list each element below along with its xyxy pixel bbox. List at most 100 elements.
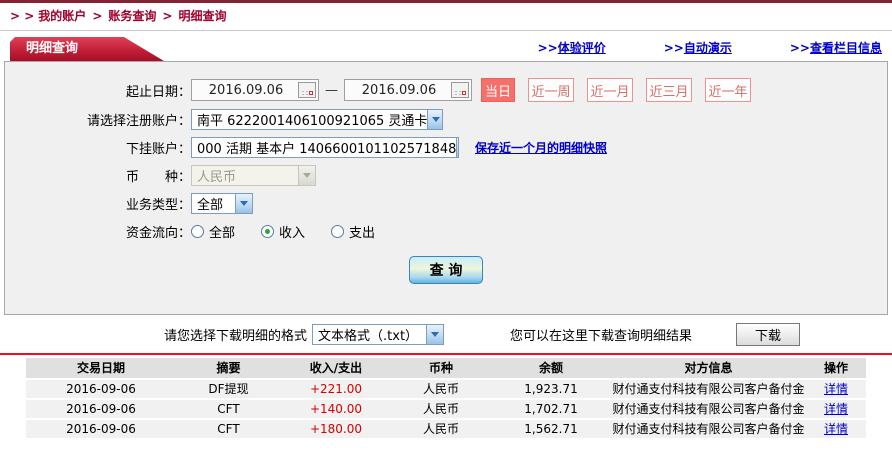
header-amount: 收入/支出 <box>309 361 363 375</box>
breadcrumb-item-account-query[interactable]: 账务查询 <box>108 9 156 23</box>
end-date-value: 2016.09.06 <box>361 82 437 98</box>
date-separator: — <box>325 82 338 98</box>
end-date-input[interactable]: 2016.09.06 <box>344 79 472 101</box>
page: > > 我的账户 > 账务查询 > 明细查询 明细查询 >>体验评价 >>自动演示 >>查… <box>0 0 892 452</box>
download-hint: 您可以在这里下载查询明细结果 <box>510 328 693 344</box>
quick-button-last-3-months[interactable]: 近三月 <box>646 78 692 102</box>
register-account-value: 南平 6222001406100921065 灵通卡 <box>197 113 428 129</box>
download-format-label: 请您选择下载明细的格式 <box>164 328 308 344</box>
calendar-icon[interactable] <box>298 82 316 98</box>
detail-link[interactable]: 详情 <box>824 402 848 416</box>
cell-currency: 人民币 <box>422 402 459 416</box>
business-type-select[interactable]: 全部 <box>191 192 253 214</box>
chevron-down-icon[interactable] <box>456 137 458 157</box>
cell-balance: 1,923.71 <box>524 382 578 396</box>
cell-counterparty: 财付通支付科技有限公司客户备付金 <box>612 402 805 416</box>
cell-counterparty: 财付通支付科技有限公司客户备付金 <box>612 422 805 436</box>
breadcrumb-prefix: > > <box>10 9 35 23</box>
cell-date: 2016-09-06 <box>66 382 136 396</box>
chevron-down-icon[interactable] <box>427 109 442 129</box>
fund-flow-label: 资金流向： <box>125 225 191 241</box>
date-range-label: 起止日期： <box>125 84 191 100</box>
download-format-value: 文本格式（.txt） <box>318 328 419 344</box>
radio-label-expense: 支出 <box>349 225 376 241</box>
results-table: 交易日期 摘要 收入/支出 币种 余额 对方信息 操作 2016-09-06 D… <box>26 358 866 438</box>
detail-link[interactable]: 详情 <box>824 382 848 396</box>
start-date-value: 2016.09.06 <box>208 82 284 98</box>
calendar-icon[interactable] <box>451 82 469 98</box>
tab-detail-query[interactable]: 明细查询 <box>10 37 164 61</box>
query-button[interactable]: 查 询 <box>409 256 483 284</box>
table-row: 2016-09-06 CFT +140.00 人民币 1,702.71 财付通支… <box>26 400 866 418</box>
tab-row: 明细查询 >>体验评价 >>自动演示 >>查看栏目信息 <box>0 31 892 61</box>
radio-option-all[interactable]: 全部 <box>191 222 235 241</box>
start-date-input[interactable]: 2016.09.06 <box>191 79 319 101</box>
link-experience-rating[interactable]: >>体验评价 <box>538 39 606 56</box>
cell-date: 2016-09-06 <box>66 422 136 436</box>
header-counterparty: 对方信息 <box>684 361 733 375</box>
cell-balance: 1,702.71 <box>524 402 578 416</box>
register-account-row: 请选择注册账户： 南平 6222001406100921065 灵通卡 <box>5 108 887 130</box>
download-format-select[interactable]: 文本格式（.txt） <box>312 323 445 345</box>
red-divider <box>0 353 892 355</box>
header-links: >>体验评价 >>自动演示 >>查看栏目信息 <box>538 39 888 61</box>
currency-select: 人民币 <box>191 164 316 186</box>
cell-summary: CFT <box>217 422 240 436</box>
register-account-select[interactable]: 南平 6222001406100921065 灵通卡 <box>191 108 443 130</box>
date-range-row: 起止日期： 2016.09.06 — 2016.09.06 当日 近一周 近一月… <box>5 78 887 102</box>
quick-button-last-week[interactable]: 近一周 <box>528 78 574 102</box>
radio-icon[interactable] <box>191 224 204 238</box>
table-row: 2016-09-06 DF提现 +221.00 人民币 1,923.71 财付通… <box>26 380 866 398</box>
link-auto-demo[interactable]: >>自动演示 <box>664 39 732 56</box>
business-type-label: 业务类型： <box>125 197 191 213</box>
header-action: 操作 <box>823 361 848 375</box>
cell-counterparty: 财付通支付科技有限公司客户备付金 <box>612 382 805 396</box>
sub-account-label: 下挂账户： <box>125 141 191 157</box>
header-currency: 币种 <box>428 361 453 375</box>
cell-summary: DF提现 <box>208 382 249 396</box>
sub-account-value: 000 活期 基本户 1406600101102571848 <box>197 141 457 157</box>
cell-amount: +221.00 <box>309 382 363 396</box>
quick-button-last-year[interactable]: 近一年 <box>705 78 751 102</box>
cell-balance: 1,562.71 <box>524 422 578 436</box>
chevron-down-icon[interactable] <box>235 193 252 213</box>
header-balance: 余额 <box>538 361 563 375</box>
table-header-row: 交易日期 摘要 收入/支出 币种 余额 对方信息 操作 <box>26 358 866 378</box>
download-button[interactable]: 下载 <box>736 322 801 346</box>
quick-button-last-month[interactable]: 近一月 <box>587 78 633 102</box>
business-type-row: 业务类型： 全部 <box>5 192 887 214</box>
save-snapshot-link[interactable]: 保存近一个月的明细快照 <box>475 139 607 156</box>
cell-date: 2016-09-06 <box>66 402 136 416</box>
radio-label-income: 收入 <box>279 225 306 241</box>
breadcrumb: > > 我的账户 > 账务查询 > 明细查询 <box>0 3 892 31</box>
currency-value: 人民币 <box>197 169 237 185</box>
download-row: 请您选择下载明细的格式 文本格式（.txt） 您可以在这里下载查询明细结果 下载 <box>0 315 892 353</box>
breadcrumb-item-my-account[interactable]: 我的账户 <box>38 9 86 23</box>
detail-link[interactable]: 详情 <box>824 422 848 436</box>
fund-flow-row: 资金流向： 全部 收入 支出 <box>5 220 887 242</box>
cell-currency: 人民币 <box>422 422 459 436</box>
cell-amount: +140.00 <box>309 402 363 416</box>
chevron-down-icon <box>298 165 315 185</box>
breadcrumb-separator: > <box>162 9 173 23</box>
chevron-down-icon[interactable] <box>426 324 444 344</box>
header-date: 交易日期 <box>76 361 125 375</box>
currency-row: 币 种： 人民币 <box>5 164 887 186</box>
cell-summary: CFT <box>217 402 240 416</box>
query-button-row: 查 询 <box>5 256 887 284</box>
breadcrumb-item-detail-query[interactable]: 明细查询 <box>178 9 226 23</box>
sub-account-select[interactable]: 000 活期 基本户 1406600101102571848 <box>191 136 459 158</box>
quick-button-today[interactable]: 当日 <box>481 78 515 102</box>
link-view-column-info[interactable]: >>查看栏目信息 <box>790 39 882 56</box>
cell-currency: 人民币 <box>422 382 459 396</box>
radio-option-expense[interactable]: 支出 <box>331 222 375 241</box>
sub-account-row: 下挂账户： 000 活期 基本户 1406600101102571848 保存近… <box>5 136 887 158</box>
radio-checked-icon[interactable] <box>261 224 275 238</box>
currency-label: 币 种： <box>125 169 191 185</box>
radio-option-income[interactable]: 收入 <box>261 222 305 241</box>
quick-range-buttons: 当日 近一周 近一月 近三月 近一年 <box>481 78 751 102</box>
radio-label-all: 全部 <box>209 225 236 241</box>
business-type-value: 全部 <box>197 197 224 213</box>
radio-icon[interactable] <box>331 224 345 238</box>
table-row: 2016-09-06 CFT +180.00 人民币 1,562.71 财付通支… <box>26 420 866 438</box>
